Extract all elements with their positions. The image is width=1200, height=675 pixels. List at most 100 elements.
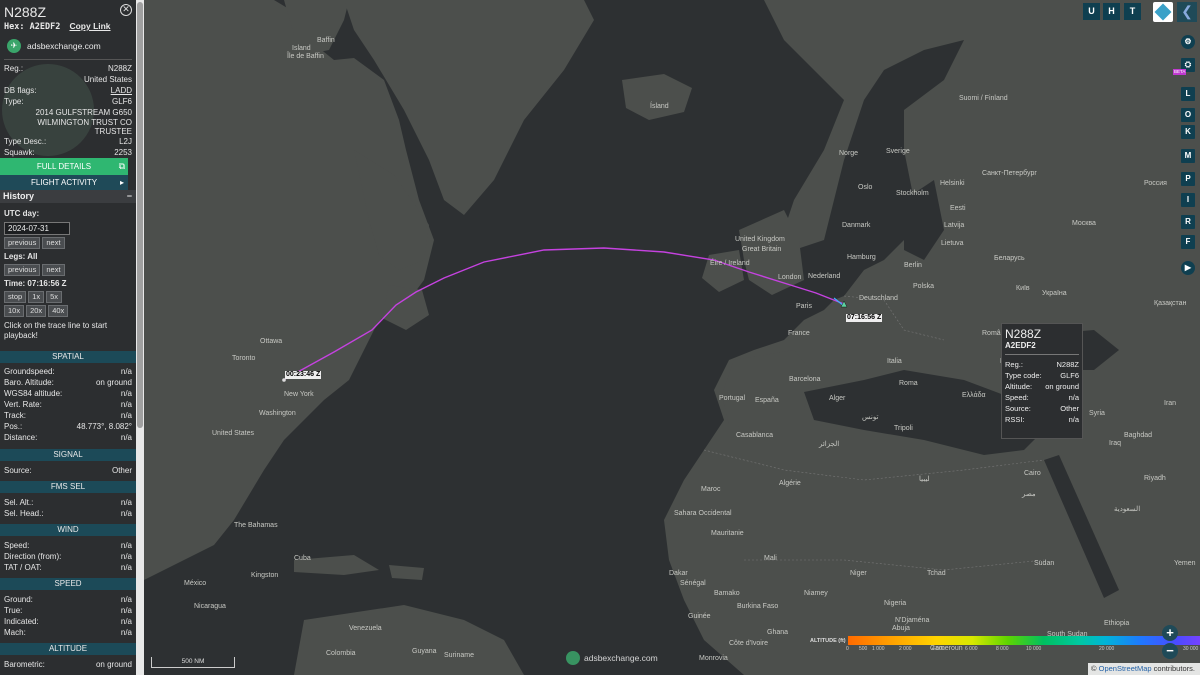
scrollbar-thumb[interactable] (137, 2, 143, 428)
replay-button[interactable]: ▶ (1181, 261, 1195, 275)
external-link-icon: ⧉ (118, 161, 125, 171)
toolbar-p-button[interactable]: P (1181, 172, 1195, 186)
collapse-icon[interactable]: − (127, 190, 132, 203)
brand-link[interactable]: ✈ adsbexchange.com (4, 38, 132, 54)
place-label-belarus: Беларусь (994, 255, 1025, 262)
zoom-in-button[interactable]: + (1162, 625, 1178, 641)
wind-row: Speed: n/a (4, 540, 132, 551)
previous-leg-button[interactable]: previous (4, 264, 41, 276)
place-label-spb: Санкт-Петербург (982, 170, 1037, 177)
toolbar-h-button[interactable]: H (1103, 3, 1120, 20)
place-label-newyork: New York (284, 391, 314, 398)
spatial-row: WGS84 altitude: n/a (4, 388, 132, 399)
row-value: n/a (120, 628, 132, 637)
type-desc-value: L2J (119, 137, 132, 146)
place-label-lithuania: Lietuva (941, 240, 964, 247)
sidebar-scrollbar[interactable] (136, 0, 144, 675)
zoom-out-button[interactable]: − (1162, 643, 1178, 659)
adsbx-watermark: adsbexchange.com (566, 651, 658, 665)
place-label-uk: United Kingdom (735, 236, 785, 243)
collapse-sidebar-button[interactable]: ❮ (1177, 2, 1197, 22)
toolbar-f-button[interactable]: F (1181, 235, 1195, 249)
place-label-nicaragua: Nicaragua (194, 603, 226, 610)
gear-icon: ⚙ (1184, 37, 1192, 46)
toolbar-k-button[interactable]: K (1181, 125, 1195, 139)
row-label: Type code: (1005, 371, 1042, 380)
place-label-egypt: مصر (1022, 491, 1036, 498)
place-label-algier: Alger (829, 395, 846, 402)
place-label-iceland: Ísland (650, 103, 669, 110)
copy-link[interactable]: Copy Link (69, 21, 110, 31)
place-label-burkina: Burkina Faso (737, 603, 779, 610)
date-input[interactable]: 2024-07-31 (4, 222, 70, 235)
type-desc-row: Type Desc.: L2J (4, 136, 132, 147)
place-label-mauritanie: Mauritanie (711, 530, 744, 537)
row-label: Direction (from): (4, 552, 62, 561)
map-view[interactable]: Baffin Island Île de Baffin Ísland United Ki… (144, 0, 1200, 675)
full-details-button[interactable]: FULL DETAILS ⧉ (0, 158, 128, 175)
place-label-baffin_fr: Île de Baffin (287, 53, 324, 60)
spatial-rows: Groundspeed: n/a Baro. Altitude: on ground W… (0, 366, 136, 443)
day-nav: previous next (4, 237, 132, 249)
tooltip-row: Altitude: on ground (1005, 381, 1079, 392)
speed-10x-button[interactable]: 10x (4, 305, 25, 317)
speed-20x-button[interactable]: 20x (26, 305, 47, 317)
row-label: RSSI: (1005, 415, 1025, 424)
row-label: Mach: (4, 628, 26, 637)
aircraft-callsign: N288Z (4, 4, 47, 20)
next-day-button[interactable]: next (42, 237, 65, 249)
reg-label: Reg.: (4, 64, 24, 73)
legend-tick-label: 30 000 (1183, 646, 1199, 652)
previous-day-button[interactable]: previous (4, 237, 41, 249)
owner-value: WILMINGTON TRUST CO TRUSTEE (37, 118, 132, 136)
db-flags-label: DB flags: (4, 86, 37, 95)
place-label-stockholm: Stockholm (896, 190, 929, 197)
spatial-section-header: SPATIAL (0, 351, 136, 363)
place-label-kingston: Kingston (251, 572, 279, 579)
db-flags-link[interactable]: LADD (111, 85, 132, 96)
toolbar-l-button[interactable]: L (1181, 87, 1195, 101)
row-label: Sel. Alt.: (4, 498, 34, 507)
toolbar-m-button[interactable]: M (1181, 149, 1195, 163)
place-label-niger: Niger (850, 570, 867, 577)
place-label-hamburg: Hamburg (847, 254, 876, 261)
type-value: GLF6 (111, 97, 132, 106)
legend-tick-label: 10 000 (1026, 646, 1042, 652)
owner-row: WILMINGTON TRUST CO TRUSTEE (4, 118, 132, 136)
flight-activity-button[interactable]: FLIGHT ACTIVITY ▸ (0, 175, 128, 190)
place-label-sahara: Sahara Occidental (674, 510, 732, 517)
speed-40x-button[interactable]: 40x (48, 305, 69, 317)
history-header[interactable]: History − (0, 190, 136, 203)
place-label-syria: Syria (1089, 410, 1105, 417)
place-label-finland: Suomi / Finland (959, 95, 1008, 102)
tooltip-divider (1005, 354, 1079, 355)
map-scale-bar: 500 NM (151, 657, 235, 668)
row-value: Other (1060, 404, 1079, 413)
aircraft-header: N288Z ✕ Hex: A2EDF2 Copy Link ✈ adsbexch… (0, 0, 136, 158)
layers-button[interactable] (1153, 2, 1173, 22)
toolbar-t-button[interactable]: T (1124, 3, 1141, 20)
toolbar-o-button[interactable]: O (1181, 108, 1195, 122)
row-value: 48.773°, 8.082° (76, 422, 132, 431)
stop-button[interactable]: stop (4, 291, 27, 303)
row-value: n/a (1068, 415, 1079, 424)
toolbar-u-button[interactable]: U (1083, 3, 1100, 20)
trace-start-time-label: 00:23:46 Z (285, 371, 322, 379)
place-label-maroc: Maroc (701, 486, 721, 493)
toolbar-i-button[interactable]: I (1181, 193, 1195, 207)
speed-1x-button[interactable]: 1x (28, 291, 45, 303)
openstreetmap-link[interactable]: OpenStreetMap (1099, 664, 1152, 673)
settings-gear-button[interactable]: ⚙ (1181, 35, 1195, 49)
next-leg-button[interactable]: next (42, 264, 65, 276)
place-label-mali: Mali (764, 555, 777, 562)
type-desc-label: Type Desc.: (4, 137, 47, 146)
close-icon[interactable]: ✕ (120, 4, 132, 16)
place-label-ireland: Éire / Ireland (710, 260, 750, 267)
speed-5x-button[interactable]: 5x (46, 291, 63, 303)
toolbar-r-button[interactable]: R (1181, 215, 1195, 229)
place-label-spain: España (755, 397, 779, 404)
signal-section-header: SIGNAL (0, 449, 136, 461)
beta-badge: BETA (1173, 69, 1187, 75)
playback-speed-controls: 10x 20x 40x (4, 305, 132, 317)
row-label: Pos.: (4, 422, 23, 431)
